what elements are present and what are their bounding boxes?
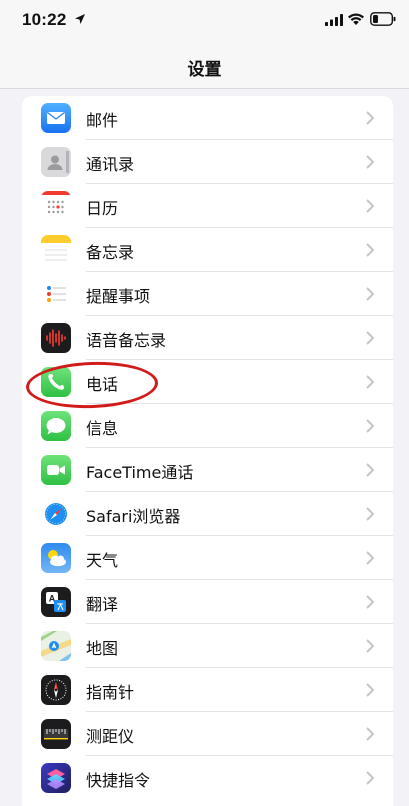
settings-row-label: 提醒事项 bbox=[86, 287, 151, 306]
chevron-right-icon bbox=[366, 683, 374, 697]
navigation-bar: 设置 bbox=[0, 44, 409, 89]
safari-icon bbox=[41, 499, 71, 529]
status-time: 10:22 bbox=[22, 10, 67, 29]
mail-icon bbox=[41, 103, 71, 133]
wifi-icon bbox=[348, 13, 364, 25]
settings-row-messages[interactable]: 信息 bbox=[22, 404, 393, 448]
reminders-icon bbox=[41, 279, 71, 309]
status-bar: 10:22 bbox=[0, 0, 409, 44]
settings-row-label: FaceTime通话 bbox=[86, 463, 194, 482]
settings-list: 邮件 通讯录 日历 备忘录 提醒事项 语音备忘录 电话 信息 FaceTime通… bbox=[22, 96, 393, 806]
translate-icon: A bbox=[41, 587, 71, 617]
chevron-right-icon bbox=[366, 331, 374, 345]
chevron-right-icon bbox=[366, 155, 374, 169]
settings-row-label: 日历 bbox=[86, 199, 119, 218]
contacts-icon bbox=[41, 147, 71, 177]
calendar-icon bbox=[41, 191, 71, 221]
chevron-right-icon bbox=[366, 727, 374, 741]
settings-row-label: 翻译 bbox=[86, 595, 119, 614]
maps-icon bbox=[41, 631, 71, 661]
settings-row-label: Safari浏览器 bbox=[86, 507, 181, 526]
notes-icon bbox=[41, 235, 71, 265]
settings-row-voice-memos[interactable]: 语音备忘录 bbox=[22, 316, 393, 360]
chevron-right-icon bbox=[366, 551, 374, 565]
settings-row-measure[interactable]: 测距仪 bbox=[22, 712, 393, 756]
chevron-right-icon bbox=[366, 507, 374, 521]
settings-row-label: 语音备忘录 bbox=[86, 331, 167, 350]
messages-icon bbox=[41, 411, 71, 441]
page-title: 设置 bbox=[187, 60, 222, 80]
chevron-right-icon bbox=[366, 595, 374, 609]
chevron-right-icon bbox=[366, 463, 374, 477]
settings-row-notes[interactable]: 备忘录 bbox=[22, 228, 393, 272]
settings-row-label: 通讯录 bbox=[86, 155, 135, 174]
settings-row-label: 地图 bbox=[86, 639, 119, 658]
settings-row-calendar[interactable]: 日历 bbox=[22, 184, 393, 228]
settings-row-shortcuts[interactable]: 快捷指令 bbox=[22, 756, 393, 800]
chevron-right-icon bbox=[366, 375, 374, 389]
settings-row-mail[interactable]: 邮件 bbox=[22, 96, 393, 140]
settings-row-compass[interactable]: 指南针 bbox=[22, 668, 393, 712]
weather-icon bbox=[41, 543, 71, 573]
chevron-right-icon bbox=[366, 771, 374, 785]
chevron-right-icon bbox=[366, 111, 374, 125]
shortcuts-icon bbox=[41, 763, 71, 793]
settings-row-safari[interactable]: Safari浏览器 bbox=[22, 492, 393, 536]
compass-icon bbox=[41, 675, 71, 705]
location-arrow-icon bbox=[75, 14, 85, 24]
cellular-signal-icon bbox=[325, 14, 343, 26]
chevron-right-icon bbox=[366, 199, 374, 213]
settings-row-contacts[interactable]: 通讯录 bbox=[22, 140, 393, 184]
voice-memos-icon bbox=[41, 323, 71, 353]
chevron-right-icon bbox=[366, 287, 374, 301]
settings-row-label: 备忘录 bbox=[86, 243, 135, 262]
battery-icon bbox=[370, 12, 396, 26]
chevron-right-icon bbox=[366, 639, 374, 653]
settings-row-label: 信息 bbox=[86, 419, 119, 438]
settings-row-translate[interactable]: A 翻译 bbox=[22, 580, 393, 624]
chevron-right-icon bbox=[366, 419, 374, 433]
settings-row-weather[interactable]: 天气 bbox=[22, 536, 393, 580]
facetime-icon bbox=[41, 455, 71, 485]
settings-row-label: 测距仪 bbox=[86, 727, 135, 746]
settings-row-maps[interactable]: 地图 bbox=[22, 624, 393, 668]
settings-row-label: 天气 bbox=[86, 551, 119, 570]
settings-row-label: 指南针 bbox=[86, 683, 135, 702]
settings-row-facetime[interactable]: FaceTime通话 bbox=[22, 448, 393, 492]
settings-row-reminders[interactable]: 提醒事项 bbox=[22, 272, 393, 316]
settings-row-label: 快捷指令 bbox=[86, 771, 151, 790]
measure-icon bbox=[41, 719, 71, 749]
settings-row-label: 邮件 bbox=[86, 111, 119, 130]
chevron-right-icon bbox=[366, 243, 374, 257]
